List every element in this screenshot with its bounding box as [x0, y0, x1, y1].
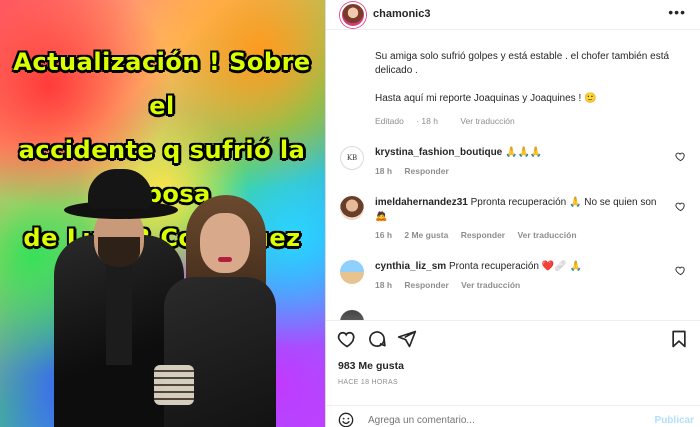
comment-item-partial	[326, 308, 700, 320]
commenter-avatar[interactable]	[340, 310, 364, 320]
publish-button[interactable]: Publicar	[655, 415, 694, 426]
commenter-username[interactable]: cynthia_liz_sm	[375, 261, 446, 272]
comment-composer: Publicar	[326, 405, 700, 427]
woman-face	[200, 213, 250, 273]
comment-body: Pronta recuperación ❤️🩹 🙏	[448, 261, 582, 272]
post-header: chamonic3 •••	[326, 0, 700, 30]
comment-item: cynthia_liz_sm Pronta recuperación ❤️🩹 🙏…	[326, 258, 700, 294]
comment-time: 18 h	[375, 280, 393, 290]
heart-icon[interactable]	[675, 201, 686, 212]
edited-label: Editado · 18 h	[375, 116, 438, 126]
commenter-avatar[interactable]	[340, 196, 364, 220]
post-image[interactable]: Actualización ! Sobre el accidente q suf…	[0, 0, 325, 427]
translate-link[interactable]: Ver traducción	[517, 230, 576, 240]
commenter-avatar[interactable]	[340, 260, 364, 284]
caption-line: Su amiga solo sufrió golpes y está estab…	[375, 51, 670, 76]
post-caption: Su amiga solo sufrió golpes y está estab…	[375, 50, 675, 120]
man-beard	[98, 237, 140, 267]
reply-button[interactable]: Responder	[404, 166, 448, 176]
comment-text: imeldahernandez31 Ppronta recuperación 🙏…	[375, 196, 665, 224]
reply-button[interactable]: Responder	[404, 280, 448, 290]
bookmark-icon[interactable]	[669, 329, 689, 349]
like-heart-icon[interactable]	[337, 329, 357, 349]
comment-meta: 16 h 2 Me gusta Responder Ver traducción	[375, 230, 587, 240]
comment-meta: 18 h Responder Ver traducción	[375, 280, 530, 290]
caption-meta: Editado · 18 h Ver traducción	[375, 116, 525, 126]
comment-time: 18 h	[375, 166, 393, 176]
more-options-icon[interactable]: •••	[668, 4, 686, 20]
comment-item: imeldahernandez31 Ppronta recuperación 🙏…	[326, 194, 700, 244]
cowboy-hat-crown	[88, 169, 152, 209]
commenter-username[interactable]: krystina_fashion_boutique	[375, 147, 502, 158]
woman-lips	[218, 257, 232, 262]
plaid-sleeve	[154, 365, 194, 405]
author-avatar[interactable]	[340, 2, 366, 28]
comment-input[interactable]	[368, 415, 618, 426]
comment-text: krystina_fashion_boutique 🙏🙏🙏	[375, 146, 665, 160]
post-actions: 983 Me gusta HACE 18 HORAS	[326, 320, 700, 400]
author-username[interactable]: chamonic3	[373, 8, 430, 20]
headline-line: Actualización ! Sobre el	[13, 48, 311, 120]
commenter-avatar[interactable]: KB	[340, 146, 364, 170]
translate-link[interactable]: Ver traducción	[461, 280, 520, 290]
comment-body: 🙏🙏🙏	[505, 147, 543, 158]
post-panel: chamonic3 ••• Su amiga solo sufrió golpe…	[326, 0, 700, 427]
caption-translate-link[interactable]: Ver traducción	[460, 116, 514, 126]
post-time: HACE 18 HORAS	[338, 379, 398, 386]
comment-time: 16 h	[375, 230, 393, 240]
comment-bubble-icon[interactable]	[367, 329, 387, 349]
comment-likes[interactable]: 2 Me gusta	[404, 230, 448, 240]
share-plane-icon[interactable]	[397, 329, 417, 349]
likes-count[interactable]: 983 Me gusta	[338, 360, 404, 372]
couple-photo	[36, 165, 276, 427]
comment-text: cynthia_liz_sm Pronta recuperación ❤️🩹 🙏	[375, 260, 665, 274]
heart-icon[interactable]	[675, 265, 686, 276]
reply-button[interactable]: Responder	[461, 230, 505, 240]
comment-meta: 18 h Responder	[375, 166, 459, 176]
heart-icon[interactable]	[675, 151, 686, 162]
caption-line: Hasta aquí mi reporte Joaquinas y Joaqui…	[375, 93, 597, 104]
emoji-icon[interactable]	[338, 412, 354, 427]
commenter-username[interactable]: imeldahernandez31	[375, 197, 468, 208]
comment-item: KB krystina_fashion_boutique 🙏🙏🙏 18 h Re…	[326, 144, 700, 180]
